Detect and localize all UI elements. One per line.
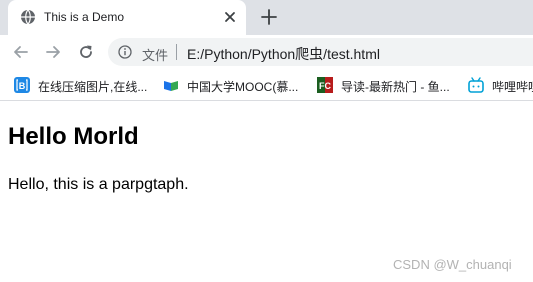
url-text[interactable]: E:/Python/Python爬虫/test.html: [187, 44, 380, 64]
bracket-b-icon: B: [14, 77, 30, 93]
fc-icon: FC: [317, 77, 333, 93]
browser-toolbar: 文件 E:/Python/Python爬虫/test.html: [0, 35, 533, 69]
svg-text:B: B: [19, 81, 26, 91]
svg-text:FC: FC: [319, 81, 331, 91]
tab-title: This is a Demo: [44, 10, 125, 24]
address-bar[interactable]: 文件 E:/Python/Python爬虫/test.html: [108, 38, 533, 66]
page-heading: Hello Morld: [8, 123, 139, 150]
close-tab-icon[interactable]: [222, 9, 238, 25]
globe-icon: [21, 9, 35, 25]
forward-arrow-icon[interactable]: [44, 43, 62, 61]
bookmark-label: 哔哩哔哩: [492, 80, 533, 94]
reload-icon[interactable]: [77, 43, 95, 61]
back-arrow-icon[interactable]: [12, 43, 30, 61]
file-scheme-label: 文件: [142, 48, 169, 63]
page-content: Hello Morld Hello, this is a parpgtaph. …: [0, 102, 533, 282]
info-icon[interactable]: [118, 45, 132, 59]
bookmark-label: 中国大学MOOC(慕...: [187, 80, 299, 94]
bookmark-label: 导读-最新热门 - 鱼...: [341, 80, 450, 94]
bookmark-label: 在线压缩图片,在线...: [38, 80, 148, 94]
omnibox-divider: [176, 44, 177, 60]
tab-strip: This is a Demo: [0, 0, 533, 35]
bilibili-tv-icon: [468, 77, 484, 93]
active-tab[interactable]: This is a Demo: [8, 0, 246, 35]
mooc-book-icon: [164, 81, 178, 91]
page-paragraph: Hello, this is a parpgtaph.: [8, 176, 189, 193]
csdn-watermark: CSDN @W_chuanqi: [393, 257, 512, 272]
bookmarks-bar: B 在线压缩图片,在线... 中国大学MOOC(慕... FC 导读-最新热门 …: [0, 69, 533, 101]
new-tab-icon[interactable]: [260, 8, 278, 26]
